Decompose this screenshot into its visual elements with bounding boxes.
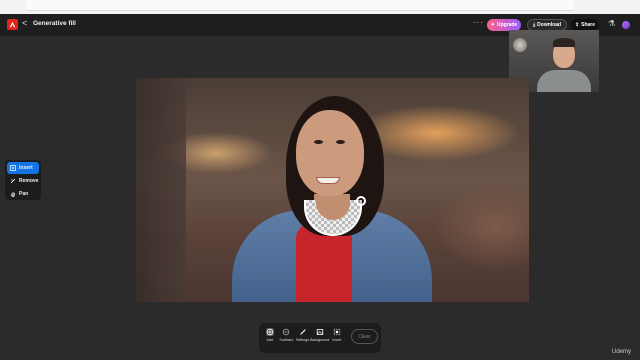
- flask-icon[interactable]: ⚗: [608, 19, 615, 28]
- toolbar-invert-button[interactable]: Invert: [329, 326, 344, 350]
- background-icon: [316, 329, 323, 335]
- add-icon: [265, 328, 274, 336]
- bottom-toolbar: Add Subtract Settings Background Invert …: [259, 323, 381, 353]
- webcam-lamp: [513, 38, 527, 52]
- toolbar-add-button[interactable]: Add: [262, 326, 277, 350]
- toolbar-invert-label: Invert: [332, 338, 342, 342]
- tool-panel: Insert Remove Pan: [5, 160, 41, 200]
- tool-insert-label: Insert: [19, 165, 33, 171]
- subject-smile: [316, 177, 340, 184]
- share-icon: ⇪: [574, 22, 580, 28]
- pan-icon: [11, 192, 15, 197]
- more-options-icon[interactable]: ···: [473, 18, 484, 27]
- invert-icon: [333, 328, 341, 336]
- page-title: Generative fill: [33, 20, 76, 27]
- subject-eye-right: [336, 140, 345, 144]
- background-window: [136, 78, 186, 302]
- toolbar-background-button[interactable]: Background: [310, 326, 330, 350]
- download-label: Download: [537, 22, 562, 28]
- toolbar-settings-button[interactable]: Settings: [295, 326, 310, 350]
- brush-cursor[interactable]: [356, 196, 366, 206]
- brush-icon: [299, 329, 306, 335]
- upgrade-label: Upgrade: [496, 22, 518, 28]
- toolbar-add-label: Add: [266, 338, 273, 342]
- subject-eye-left: [314, 140, 323, 144]
- remove-icon: [10, 178, 16, 184]
- webcam-presenter-hair: [553, 38, 575, 47]
- toolbar-settings-label: Settings: [296, 338, 310, 342]
- webcam-presenter-body: [537, 70, 591, 92]
- tool-pan[interactable]: Pan: [7, 188, 39, 200]
- subtract-icon: [282, 328, 290, 336]
- tool-insert[interactable]: Insert: [7, 162, 39, 174]
- toolbar-subtract-button[interactable]: Subtract: [278, 326, 293, 350]
- image-canvas[interactable]: [136, 78, 529, 302]
- toolbar-subtract-label: Subtract: [279, 338, 293, 342]
- tool-remove-label: Remove: [19, 178, 39, 184]
- tool-pan-label: Pan: [19, 191, 29, 197]
- tool-remove[interactable]: Remove: [7, 175, 39, 187]
- back-chevron-icon[interactable]: <: [22, 18, 27, 28]
- insert-icon: [10, 165, 16, 171]
- udemy-watermark: Udemy: [612, 349, 632, 355]
- browser-top-strip: [0, 0, 640, 14]
- adobe-logo-icon[interactable]: [7, 19, 18, 30]
- sparkle-icon: ✦: [490, 22, 495, 28]
- avatar[interactable]: [622, 21, 630, 29]
- download-icon: ⤓: [532, 22, 536, 28]
- toolbar-background-label: Background: [310, 338, 330, 342]
- browser-bar: [26, 0, 574, 11]
- share-label: Share: [581, 22, 596, 28]
- clear-button[interactable]: Clear: [350, 329, 378, 344]
